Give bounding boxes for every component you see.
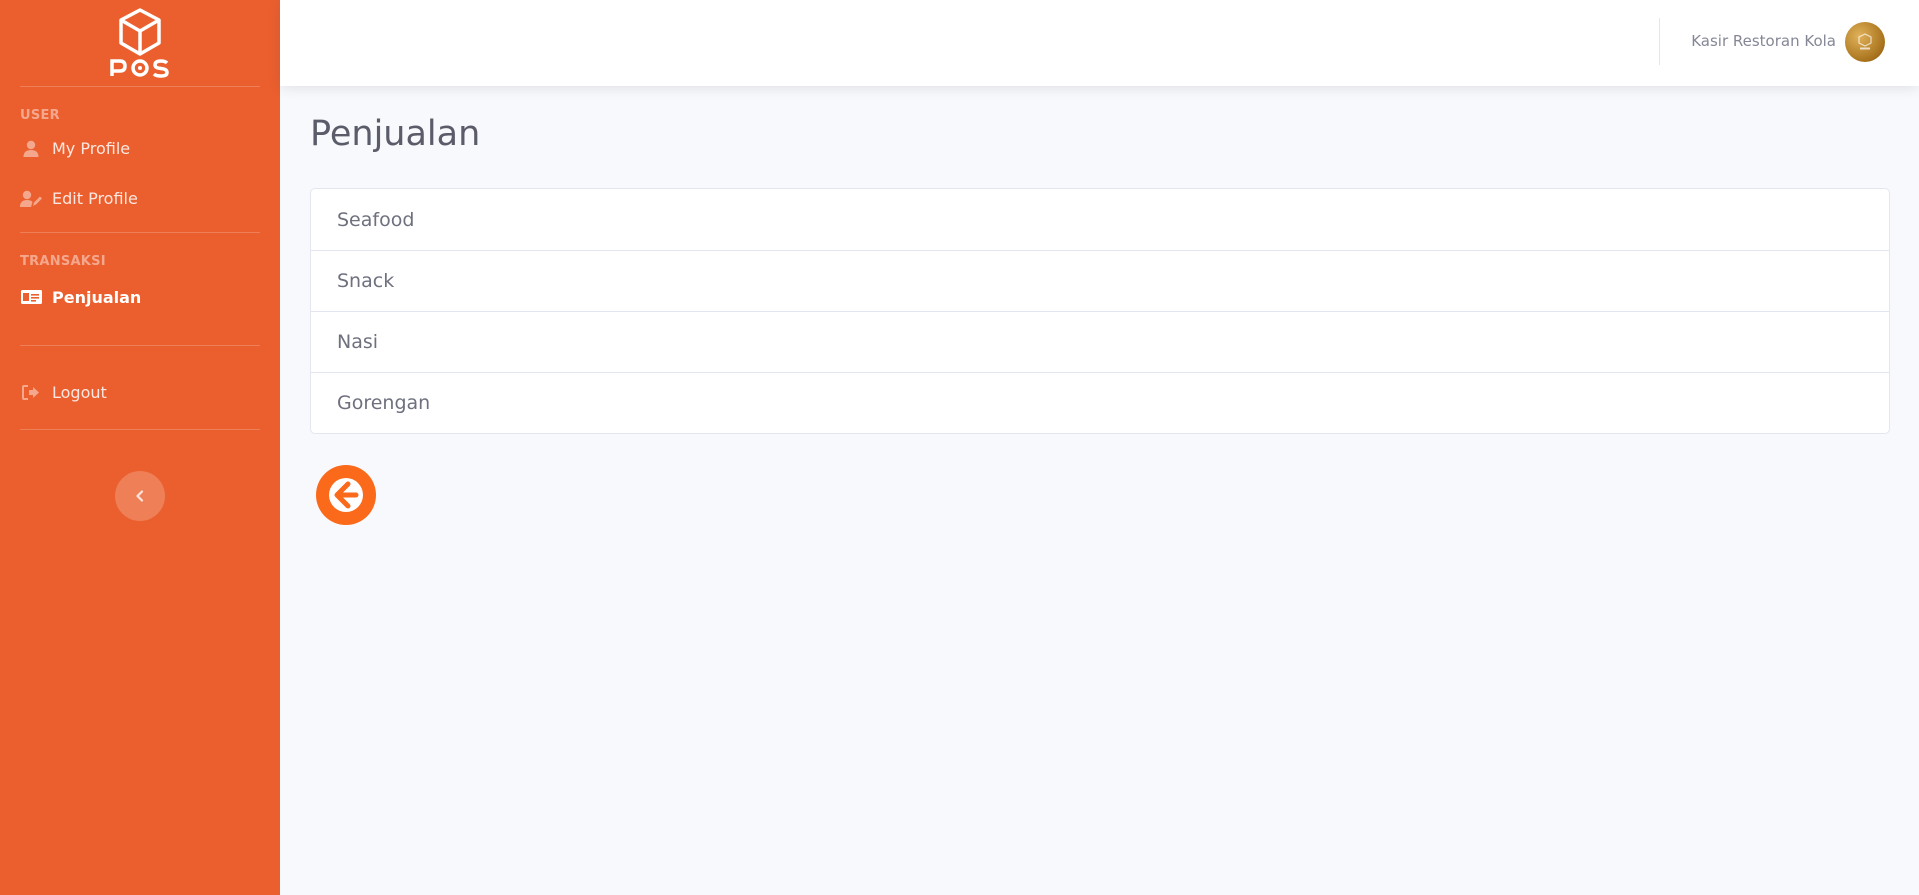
user-icon — [20, 139, 42, 157]
sidebar: USER My Profile Edit Profile TRANSAKSI P… — [0, 0, 280, 895]
pos-logo-text — [110, 59, 169, 78]
sidebar-divider — [20, 345, 260, 346]
topbar: Kasir Restoran Kola — [280, 0, 1919, 86]
logout-link[interactable]: Logout — [0, 367, 280, 417]
sidebar-item-label: Penjualan — [52, 287, 142, 307]
cube-icon — [119, 8, 161, 56]
user-edit-icon — [20, 189, 42, 207]
list-item[interactable]: Nasi — [311, 311, 1889, 372]
chevron-left-icon — [136, 490, 144, 502]
back-button[interactable] — [316, 465, 376, 525]
sidebar-item-my-profile[interactable]: My Profile — [0, 123, 280, 173]
sidebar-item-penjualan[interactable]: Penjualan — [0, 272, 280, 322]
sidebar-item-label: Edit Profile — [52, 188, 138, 208]
sidebar-divider — [20, 429, 260, 430]
money-check-icon — [20, 288, 42, 306]
user-name[interactable]: Kasir Restoran Kola — [1691, 32, 1836, 50]
sidebar-item-label: My Profile — [52, 138, 131, 158]
category-list: Seafood Snack Nasi Gorengan — [310, 188, 1890, 434]
list-item[interactable]: Snack — [311, 250, 1889, 311]
list-item[interactable]: Gorengan — [311, 372, 1889, 433]
sidebar-heading-transaksi: TRANSAKSI — [20, 254, 106, 269]
list-item[interactable]: Seafood — [311, 189, 1889, 250]
brand-logo[interactable] — [0, 0, 280, 86]
sidebar-item-edit-profile[interactable]: Edit Profile — [0, 173, 280, 223]
sidebar-heading-user: USER — [20, 108, 60, 123]
sign-out-icon — [20, 383, 42, 401]
avatar[interactable] — [1845, 22, 1885, 62]
page-title: Penjualan — [310, 114, 481, 154]
logout-label: Logout — [52, 382, 107, 402]
topbar-divider — [1659, 18, 1660, 65]
arrow-circle-left-icon — [329, 478, 363, 512]
sidebar-toggle-button[interactable] — [115, 471, 165, 521]
avatar-logo-icon — [1858, 33, 1872, 50]
